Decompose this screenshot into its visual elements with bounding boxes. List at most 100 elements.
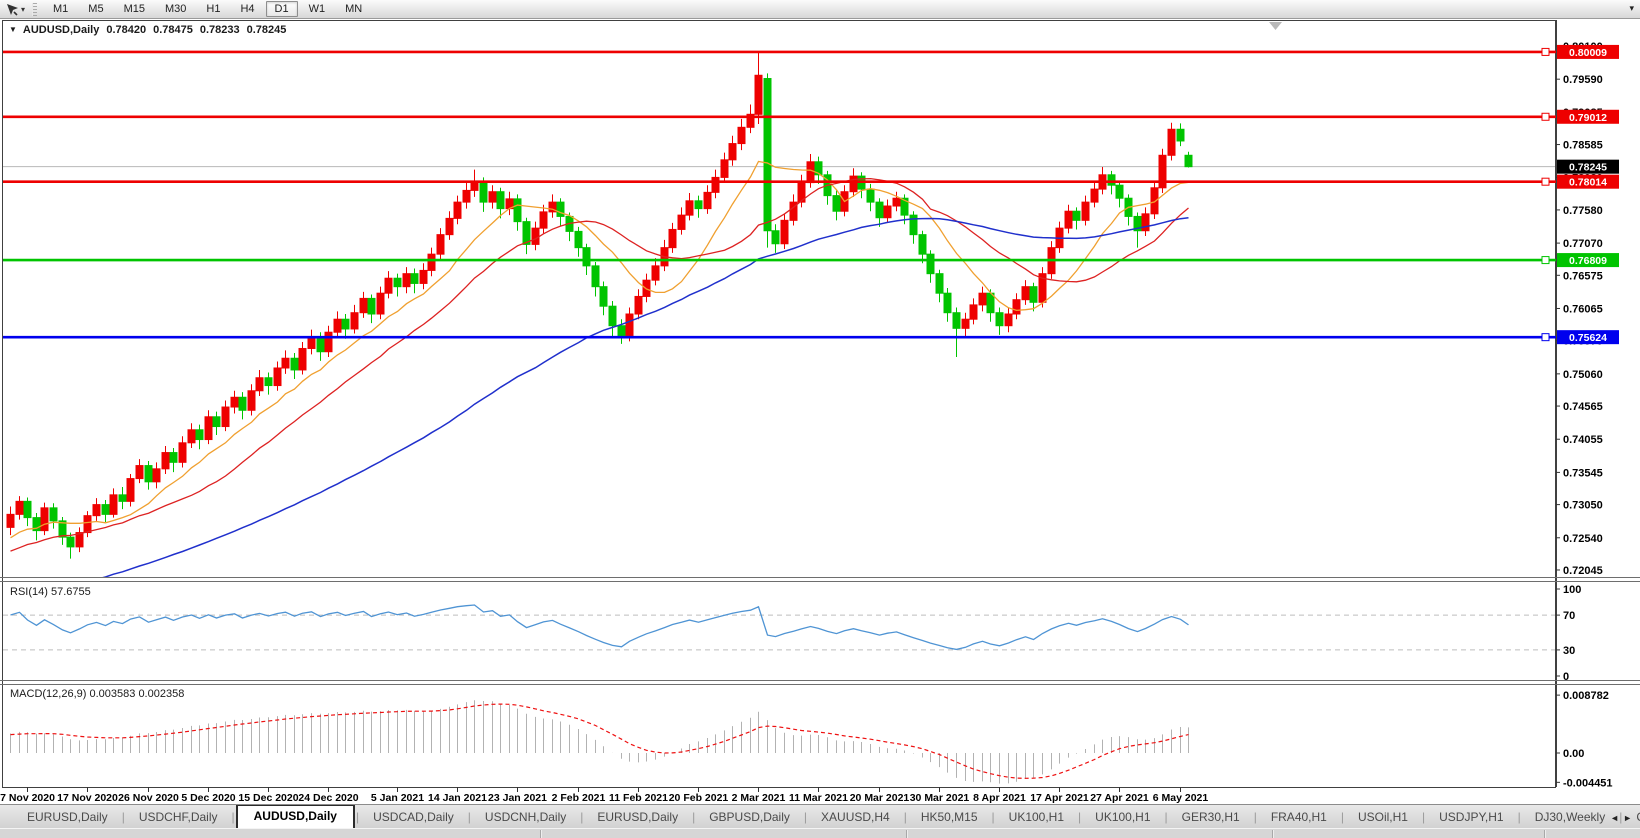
candle-body — [832, 195, 841, 212]
candle-body — [333, 318, 342, 333]
candle-body — [1141, 213, 1150, 232]
tab-usoil-h1[interactable]: USOil,H1 — [1345, 807, 1421, 828]
price-axis-tick-label: 0.74565 — [1563, 401, 1603, 413]
candle-body — [359, 297, 368, 314]
tab-eurusd-daily[interactable]: EURUSD,Daily — [584, 807, 691, 828]
tab-scroll-left-icon[interactable]: ◄ — [1610, 813, 1623, 823]
rsi-name: RSI(14) — [10, 586, 48, 598]
date-axis-label: 11 Mar 2021 — [789, 792, 848, 804]
candle-body — [479, 182, 488, 203]
status-divider — [906, 830, 907, 838]
rsi-axis-tick-label: 0 — [1563, 671, 1569, 683]
candle-body — [488, 191, 497, 203]
candle-body — [617, 325, 626, 336]
candle-body — [574, 230, 583, 249]
date-axis-label: 14 Jan 2021 — [428, 792, 487, 804]
rsi-axis-tick-label: 30 — [1563, 645, 1575, 657]
tab-fra40-h1[interactable]: FRA40,H1 — [1258, 807, 1340, 828]
candle-body — [875, 201, 884, 219]
tab-separator: | — [231, 810, 235, 824]
candle-body — [238, 396, 247, 411]
tab-xauusd-h4[interactable]: XAUUSD,H4 — [808, 807, 903, 828]
tab-scroll-right-icon[interactable]: ► — [1623, 813, 1636, 823]
date-axis-label: 7 Nov 2020 — [0, 792, 55, 804]
candle-body — [273, 367, 282, 387]
rsi-axis-tick-label: 100 — [1563, 584, 1581, 596]
candle-body — [582, 247, 591, 267]
price-axis-tick-label: 0.73545 — [1563, 467, 1603, 479]
candle-body — [324, 331, 333, 353]
candle-body — [316, 336, 325, 353]
candle-body — [952, 312, 961, 329]
macd-signal-value: 0.002358 — [138, 688, 185, 700]
status-divider — [1544, 830, 1545, 838]
candle-body — [771, 230, 780, 245]
candle-body — [410, 273, 419, 284]
level-line-handle[interactable] — [1541, 47, 1550, 56]
tab-eurusd-daily[interactable]: EURUSD,Daily — [14, 807, 121, 828]
date-axis-label: 2 Feb 2021 — [552, 792, 606, 804]
candle-body — [918, 234, 927, 255]
tab-audusd-daily[interactable]: AUDUSD,Daily — [235, 805, 355, 828]
candle-body — [169, 452, 178, 463]
candle-body — [178, 442, 187, 463]
level-line-handle[interactable] — [1541, 256, 1550, 265]
candle-body — [255, 377, 264, 392]
candle-body — [264, 377, 273, 387]
candle-body — [402, 273, 411, 288]
price-axis-tick-label: 0.77070 — [1563, 238, 1603, 250]
date-axis-label: 17 Nov 2020 — [57, 792, 118, 804]
candle-body — [694, 200, 703, 210]
chart-menu-icon[interactable]: ▼ — [9, 25, 17, 34]
tab-dj30-weekly[interactable]: DJ30,Weekly — [1522, 807, 1618, 828]
candle-body — [427, 253, 436, 271]
tab-uk100-h1[interactable]: UK100,H1 — [996, 807, 1077, 828]
candle-body — [599, 286, 608, 307]
candle-body — [6, 513, 15, 528]
candle-body — [118, 494, 127, 502]
level-price-tag-label: 0.76809 — [1569, 255, 1607, 267]
candle-body — [591, 265, 600, 288]
candle-body — [866, 188, 875, 203]
level-price-tag-label: 0.80009 — [1569, 47, 1607, 59]
tab-hk50-m15[interactable]: HK50,M15 — [908, 807, 991, 828]
level-line-handle[interactable] — [1541, 112, 1550, 121]
tab-gbpusd-daily[interactable]: GBPUSD,Daily — [696, 807, 803, 828]
candle-body — [806, 161, 815, 184]
tab-uk100-h1[interactable]: UK100,H1 — [1082, 807, 1163, 828]
candle-body — [780, 219, 789, 245]
candle-body — [685, 200, 694, 216]
candle-body — [531, 227, 540, 245]
price-axis-tick-label: 0.72540 — [1563, 533, 1603, 545]
tab-usdjpy-h1[interactable]: USDJPY,H1 — [1426, 807, 1516, 828]
tab-ger30-h1[interactable]: GER30,H1 — [1169, 807, 1253, 828]
tab-usdchf-daily[interactable]: USDCHF,Daily — [126, 807, 231, 828]
tab-usdcad-daily[interactable]: USDCAD,Daily — [360, 807, 467, 828]
candle-body — [720, 159, 729, 178]
candle-body — [909, 214, 918, 236]
candle-body — [49, 507, 58, 522]
candle-body — [556, 201, 565, 217]
macd-indicator-label: MACD(12,26,9) 0.003583 0.002358 — [10, 688, 184, 700]
candle-body — [668, 228, 677, 249]
date-axis-label: 26 Nov 2020 — [118, 792, 179, 804]
macd-axis-tick-label: -0.004451 — [1563, 777, 1613, 789]
macd-axis-tick-label: 0.00 — [1563, 748, 1584, 760]
price-axis-tick-label: 0.76575 — [1563, 270, 1603, 282]
candle-body — [625, 313, 634, 336]
candle-body — [384, 277, 393, 294]
candle-body — [419, 269, 428, 284]
candle-body — [462, 189, 471, 203]
candle-body — [281, 357, 290, 369]
chart-title: ▼ AUDUSD,Daily 0.78420 0.78475 0.78233 0.7824… — [9, 24, 286, 36]
date-axis-label: 2 Mar 2021 — [732, 792, 786, 804]
candle-body — [376, 292, 385, 315]
date-axis-label: 23 Jan 2021 — [488, 792, 547, 804]
tab-usdcnh-daily[interactable]: USDCNH,Daily — [472, 807, 579, 828]
level-line-handle[interactable] — [1541, 333, 1550, 342]
price-axis-tick-label: 0.73050 — [1563, 500, 1603, 512]
candle-body — [1167, 128, 1176, 156]
price-axis-tick-label: 0.72045 — [1563, 565, 1603, 577]
level-line-handle[interactable] — [1541, 177, 1550, 186]
candle-body — [677, 214, 686, 230]
